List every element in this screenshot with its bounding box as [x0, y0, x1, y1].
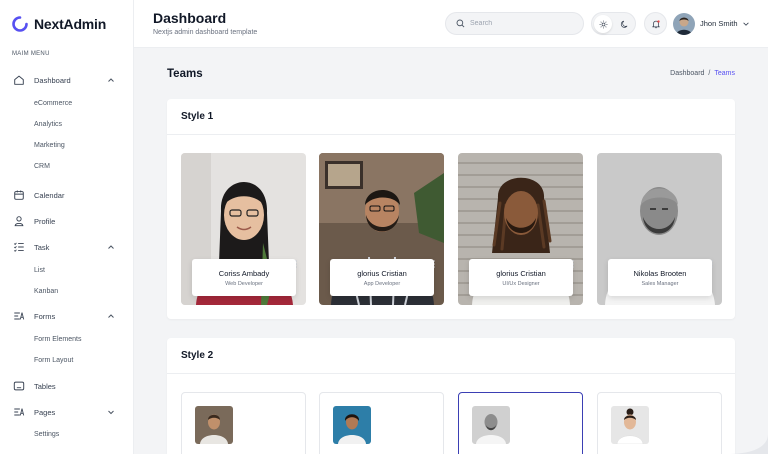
sidebar-item-kanban[interactable]: Kanban: [34, 286, 58, 298]
member-name: Nikolas Brooten: [633, 269, 687, 278]
member-photo: [611, 406, 649, 444]
member-role: Web Developer: [225, 281, 263, 287]
search-icon: [456, 19, 465, 28]
sidebar-item-profile[interactable]: Profile: [12, 212, 122, 230]
header-subtitle: Nextjs admin dashboard template: [153, 29, 258, 36]
member-role: App Developer: [363, 281, 401, 287]
member-photo: [472, 406, 510, 444]
header-title: Dashboard: [153, 10, 227, 26]
sun-icon: [599, 20, 607, 28]
member-role: Sales Manager: [641, 281, 679, 287]
team-member-card[interactable]: Coriss Ambady Web Developer: [181, 153, 306, 305]
dark-mode-button[interactable]: [615, 15, 633, 33]
top-header: Dashboard Nextjs admin dashboard templat…: [134, 0, 768, 48]
member-name: glorius Cristian: [496, 269, 546, 278]
sidebar-item-label: Task: [34, 242, 50, 252]
breadcrumb-separator: /: [708, 70, 711, 77]
team-member-mini-card[interactable]: [319, 392, 444, 454]
task-list-icon: [12, 240, 26, 254]
logo[interactable]: NextAdmin: [12, 14, 106, 34]
app-name: NextAdmin: [34, 16, 107, 32]
sidebar-item-label: Pages: [34, 407, 56, 417]
style2-card: Style 2: [167, 338, 735, 454]
user-icon: [12, 214, 26, 228]
member-role: UI/Ux Designer: [502, 281, 540, 287]
avatar: [673, 12, 695, 35]
sidebar-item-analytics[interactable]: Analytics: [34, 119, 62, 131]
member-name: glorius Cristian: [357, 269, 407, 278]
search-box[interactable]: [445, 12, 584, 35]
bell-icon: [651, 19, 660, 28]
style1-card: Style 1 Coriss Ambady Web Developer glor…: [167, 99, 735, 319]
sidebar-item-label: Profile: [34, 216, 56, 226]
team-member-mini-card[interactable]: [181, 392, 306, 454]
chevron-down-icon: [108, 410, 114, 415]
user-name: Jhon Smith: [700, 19, 738, 28]
theme-toggle[interactable]: [591, 12, 636, 35]
moon-icon: [620, 20, 627, 28]
logo-icon: [12, 16, 28, 32]
divider: [167, 373, 735, 374]
light-mode-button[interactable]: [594, 15, 612, 33]
decorative-corner: [728, 434, 768, 454]
sidebar-item-marketing[interactable]: Marketing: [34, 140, 65, 152]
user-menu[interactable]: Jhon Smith: [673, 12, 750, 35]
sidebar-item-calendar[interactable]: Calendar: [12, 186, 122, 204]
member-info: glorius Cristian App Developer: [330, 259, 434, 296]
breadcrumb-current: Teams: [714, 70, 735, 77]
sidebar-item-task[interactable]: Task: [12, 238, 122, 256]
team-member-mini-card[interactable]: [597, 392, 722, 454]
sidebar-item-label: Calendar: [34, 190, 65, 200]
card-title: Style 2: [181, 350, 214, 361]
sidebar-item-forms[interactable]: Forms: [12, 307, 122, 325]
team-member-card[interactable]: Nikolas Brooten Sales Manager: [597, 153, 722, 305]
sidebar-item-list[interactable]: List: [34, 265, 45, 277]
notification-button[interactable]: [644, 12, 667, 35]
sidebar-item-settings[interactable]: Settings: [34, 429, 59, 441]
divider: [167, 134, 735, 135]
sidebar-item-tables[interactable]: Tables: [12, 377, 122, 395]
chevron-down-icon: [742, 22, 749, 26]
sidebar-item-form-layout[interactable]: Form Layout: [34, 355, 73, 367]
member-name: Coriss Ambady: [218, 269, 270, 278]
sidebar: NextAdmin MAIM MENU Dashboard eCommerce …: [0, 0, 134, 454]
search-input[interactable]: [470, 20, 570, 27]
member-photo: [195, 406, 233, 444]
menu-title: MAIM MENU: [12, 51, 50, 57]
team-member-mini-card[interactable]: [458, 392, 583, 454]
chevron-up-icon: [108, 78, 114, 82]
member-info: Coriss Ambady Web Developer: [192, 259, 296, 296]
chevron-up-icon: [108, 245, 114, 249]
breadcrumb: Dashboard / Teams: [670, 70, 735, 77]
sidebar-item-form-elements[interactable]: Form Elements: [34, 334, 81, 346]
team-member-card[interactable]: glorius Cristian UI/Ux Designer: [458, 153, 583, 305]
calendar-icon: [12, 188, 26, 202]
member-info: glorius Cristian UI/Ux Designer: [469, 259, 573, 296]
sidebar-item-dashboard[interactable]: Dashboard: [12, 71, 122, 89]
pages-icon: [12, 405, 26, 419]
breadcrumb-parent[interactable]: Dashboard: [670, 70, 704, 77]
page-title: Teams: [167, 68, 203, 80]
card-title: Style 1: [181, 111, 214, 122]
team-member-card[interactable]: glorius Cristian App Developer: [319, 153, 444, 305]
sidebar-item-crm[interactable]: CRM: [34, 161, 50, 173]
chevron-up-icon: [108, 314, 114, 318]
sidebar-item-label: Tables: [34, 381, 56, 391]
form-icon: [12, 309, 26, 323]
sidebar-item-pages[interactable]: Pages: [12, 403, 122, 421]
member-info: Nikolas Brooten Sales Manager: [608, 259, 712, 296]
table-icon: [12, 379, 26, 393]
member-photo: [333, 406, 371, 444]
sidebar-item-ecommerce[interactable]: eCommerce: [34, 98, 72, 110]
home-icon: [12, 73, 26, 87]
sidebar-item-label: Dashboard: [34, 75, 71, 85]
sidebar-item-label: Forms: [34, 311, 56, 321]
